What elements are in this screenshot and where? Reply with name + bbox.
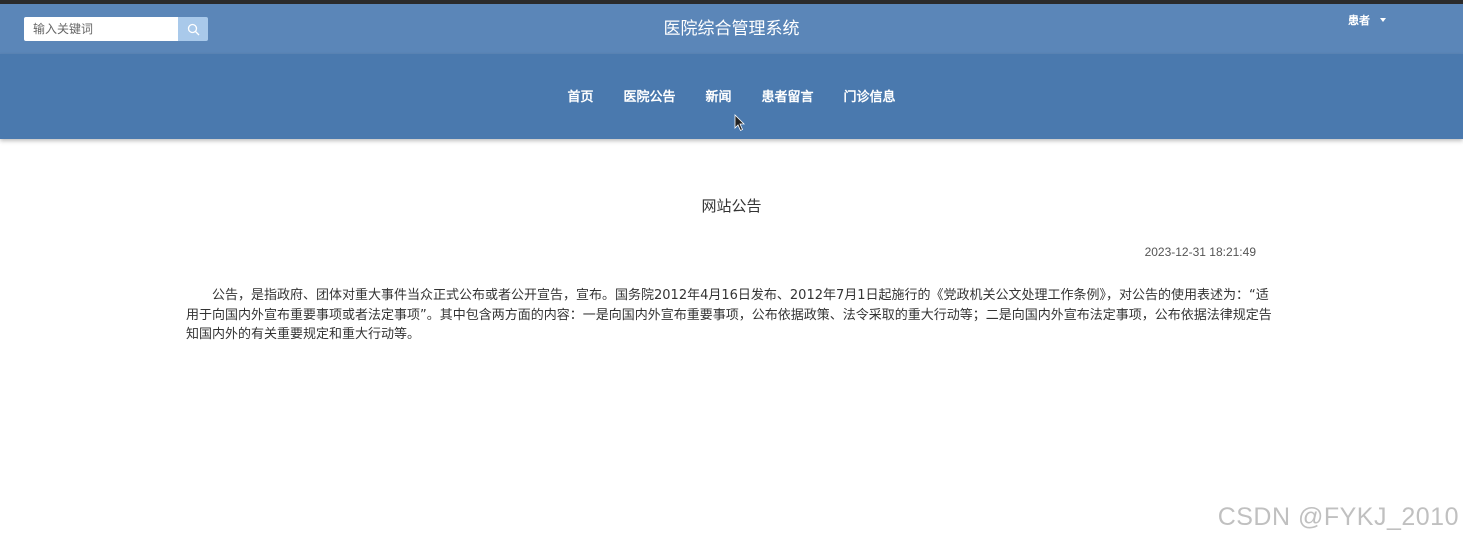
- page-title: 网站公告: [701, 197, 762, 215]
- watermark: CSDN @FYKJ_2010: [1217, 503, 1459, 531]
- top-bar: 医院综合管理系统 患者: [0, 4, 1463, 54]
- user-label: 患者: [1348, 14, 1370, 27]
- mouse-cursor-icon: [734, 114, 745, 132]
- chevron-down-icon: [1380, 18, 1386, 22]
- nav-item-hospital-notice[interactable]: 医院公告: [608, 88, 690, 108]
- site-title: 医院综合管理系统: [663, 19, 800, 39]
- nav-item-patient-messages[interactable]: 患者留言: [747, 88, 829, 108]
- main-nav: 首页 医院公告 新闻 患者留言 门诊信息: [0, 54, 1463, 139]
- notice-date: 2023-12-31 18:21:49: [1144, 245, 1256, 259]
- nav-list: 首页 医院公告 新闻 患者留言 门诊信息: [0, 88, 1463, 108]
- user-menu[interactable]: 患者: [1348, 12, 1386, 28]
- nav-item-news[interactable]: 新闻: [690, 88, 746, 108]
- notice-body: 公告，是指政府、团体对重大事件当众正式公布或者公开宣告，宣布。国务院2012年4…: [186, 288, 1272, 342]
- nav-item-home[interactable]: 首页: [552, 88, 608, 108]
- nav-item-clinic-info[interactable]: 门诊信息: [829, 88, 911, 108]
